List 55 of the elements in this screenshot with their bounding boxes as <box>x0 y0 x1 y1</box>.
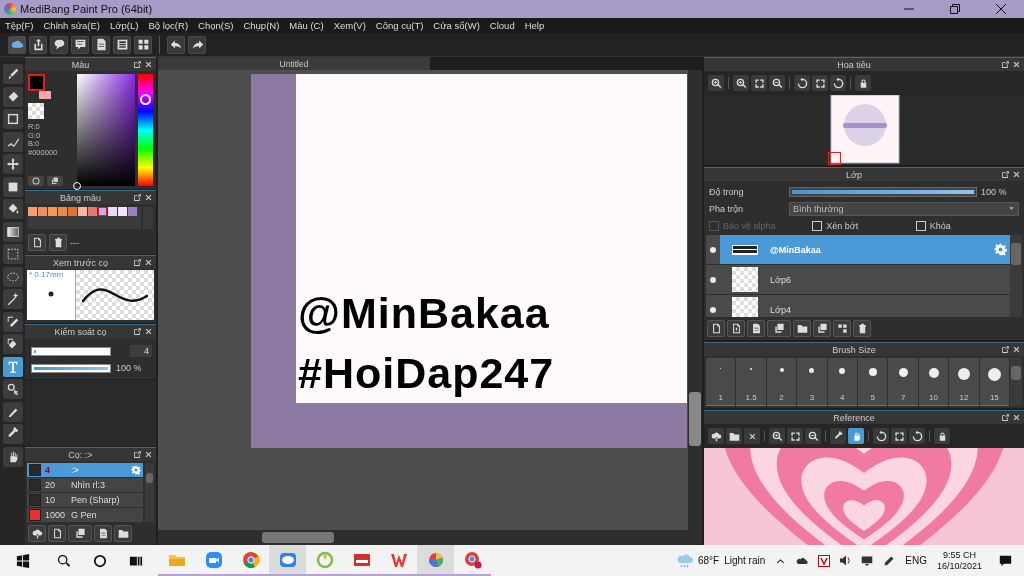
brush-size-preset[interactable]: 10 <box>918 358 949 406</box>
weather-text: Light rain <box>724 555 766 566</box>
brush-size-preset[interactable]: 15 <box>979 358 1010 406</box>
brush-size-preset[interactable]: 12 <box>949 358 979 406</box>
opacity-label: Độ trong <box>709 186 745 197</box>
blend-mode-label: Pha trộn <box>709 203 745 214</box>
clock-time: 9:55 CH <box>942 549 976 561</box>
brush-size-preset[interactable]: 4 <box>827 358 858 406</box>
temperature: 68°F <box>697 555 720 566</box>
menu-item[interactable]: Cloud <box>484 20 520 31</box>
brush-size-preset[interactable]: 2 <box>766 358 797 406</box>
panel-title: Kiểm soát cọ <box>53 326 108 337</box>
layer-option-checkbox[interactable]: Khóa <box>915 221 1019 231</box>
menu-item[interactable]: Tệp(F) <box>0 20 39 31</box>
opacity-reading: 100 % <box>116 363 142 373</box>
menu-item[interactable]: Bộ lọc(R) <box>143 20 194 31</box>
menu-item[interactable]: Công cụ(T) <box>370 20 429 31</box>
canvas-text: #HoiDap247 <box>298 348 556 399</box>
panel-title: Cọ: :> <box>67 449 94 460</box>
panel-title: Xem trước cọ <box>52 257 109 268</box>
clock-date: 16/10/2021 <box>936 560 982 572</box>
panel-title: Reference <box>832 412 876 423</box>
panel-title: Brush Size <box>831 344 877 355</box>
panel-title: Màu <box>70 59 91 70</box>
layer-row[interactable]: Lớp6 <box>706 265 1010 294</box>
menu-item[interactable]: Chỉnh sửa(E) <box>38 20 106 31</box>
layer-row[interactable]: Lớp4 <box>706 295 1010 317</box>
window-title: MediBang Paint Pro (64bit) <box>20 3 154 15</box>
menu-item[interactable]: Chọn(S) <box>193 20 239 31</box>
brush-item[interactable]: 1000 G Pen <box>27 508 143 522</box>
document-tab[interactable]: Untitled <box>158 57 430 70</box>
panel-title: Lớp <box>845 169 863 180</box>
language-indicator[interactable]: ENG <box>905 555 927 566</box>
blend-mode-dropdown[interactable]: Bình thường <box>789 201 1019 216</box>
brush-size-preset[interactable]: 1 <box>706 358 736 406</box>
menu-item[interactable]: Help <box>519 20 550 31</box>
brush-item[interactable]: 10 Pen (Sharp) <box>27 493 143 507</box>
brush-size-preset[interactable]: 7 <box>888 358 918 406</box>
menu-item[interactable]: Màu (C) <box>284 20 329 31</box>
menu-item[interactable]: Cửa sổ(W) <box>428 20 485 31</box>
brush-item[interactable]: 20 Nhìn rl:3 <box>27 478 143 492</box>
canvas-text: @MinBakaa <box>298 288 551 339</box>
menu-item[interactable]: Xem(V) <box>328 20 371 31</box>
brush-size-preset[interactable]: 5 <box>858 358 888 406</box>
opacity-reading: 100 % <box>981 186 1007 197</box>
panel-title: Bảng màu <box>59 192 102 203</box>
layer-option-checkbox[interactable]: Xén bớt <box>812 221 916 231</box>
brush-size-label: * 0.17mm <box>28 270 64 279</box>
menu-item[interactable]: Chụp(N) <box>238 20 285 31</box>
palette-name: --- <box>70 237 79 248</box>
brush-size-preset[interactable]: 3 <box>797 358 827 406</box>
panel-title: Hoa tiêu <box>836 59 872 70</box>
brush-size-preset[interactable]: 1.5 <box>736 358 766 406</box>
menu-item[interactable]: Lớp(L) <box>105 20 144 31</box>
brush-size-field[interactable]: 4 <box>130 345 152 357</box>
